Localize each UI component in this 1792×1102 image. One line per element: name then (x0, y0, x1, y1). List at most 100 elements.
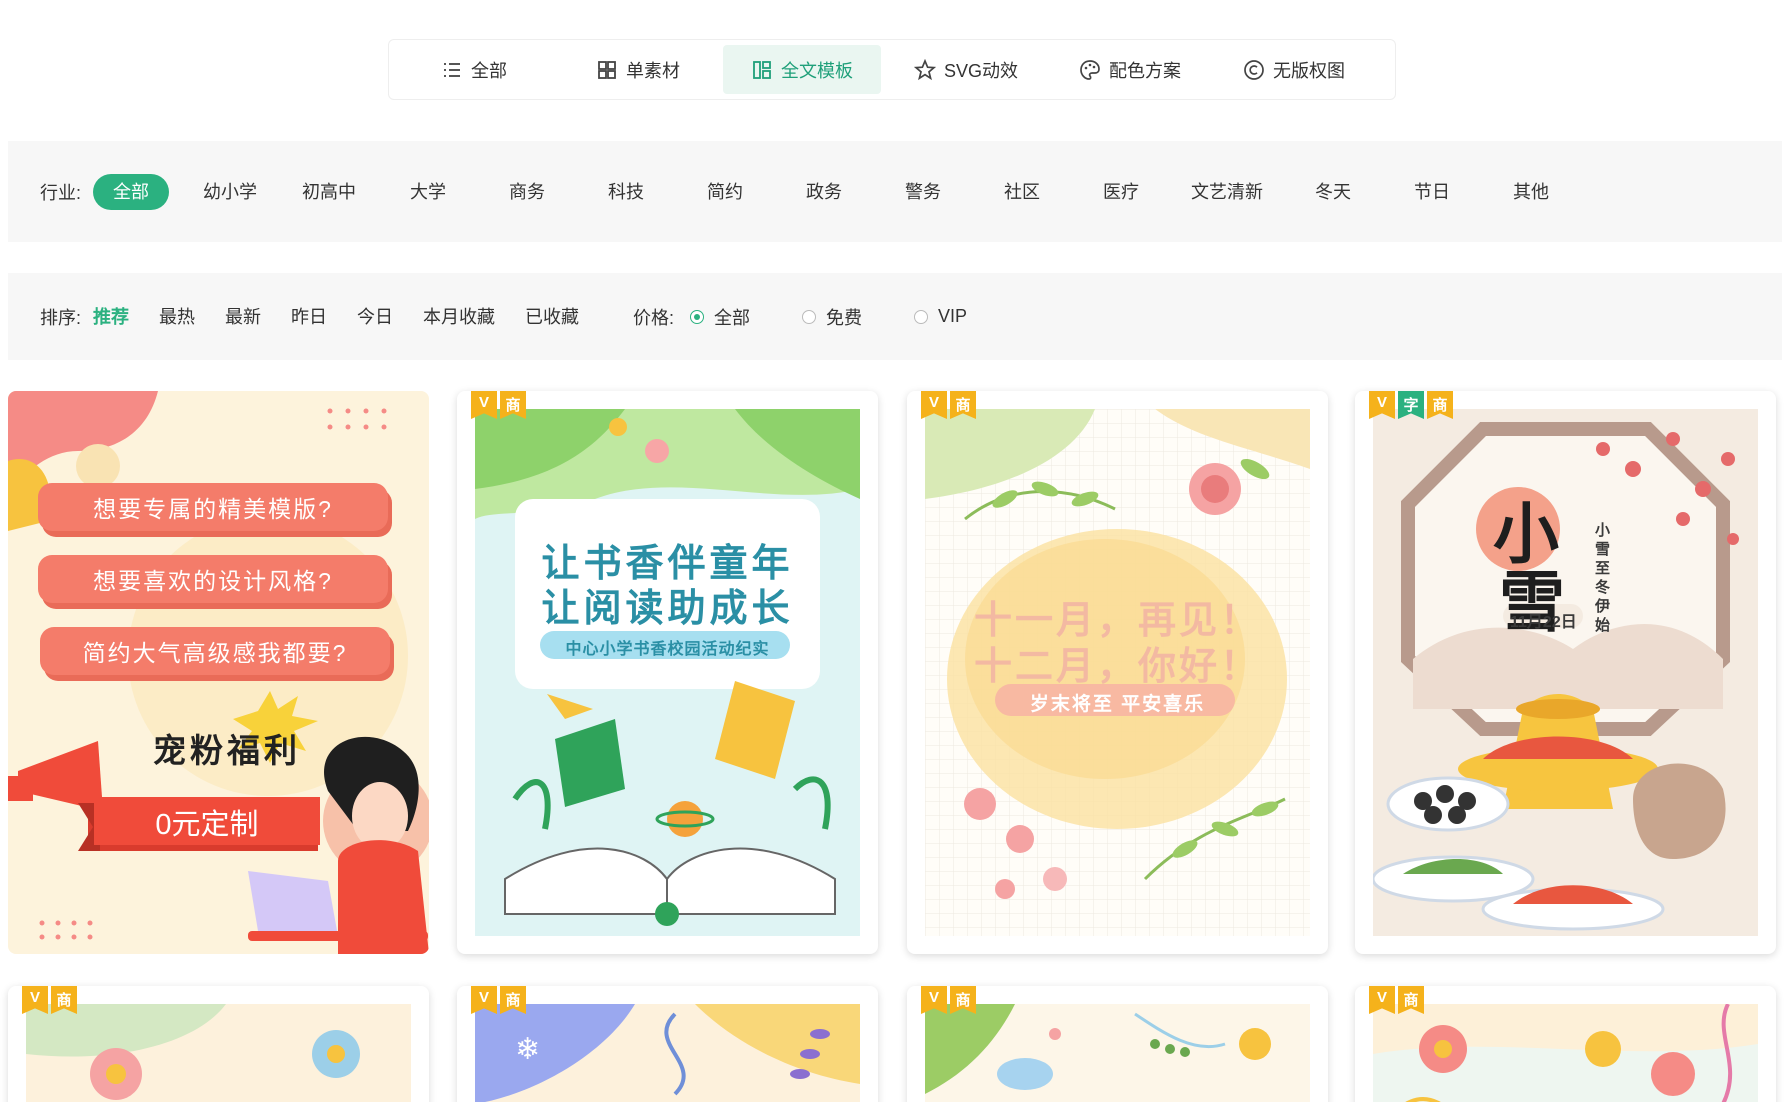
card-subtitle: 岁末将至 平安喜乐 (1029, 694, 1206, 715)
sun-flower-illustration (1373, 1004, 1758, 1102)
template-card[interactable]: V 商 ❄ (457, 986, 878, 1102)
commercial-badge: 商 (1427, 391, 1453, 419)
card-title: 让阅读助成长 (541, 588, 794, 630)
promo-line: 想要专属的精美模版? (93, 496, 333, 522)
vip-badge: V (22, 986, 48, 1014)
commercial-badge: 商 (1398, 986, 1424, 1014)
industry-chip[interactable]: 其他 (1493, 174, 1569, 210)
industry-chip[interactable]: 冬天 (1295, 174, 1371, 210)
promo-cta: 0元定制 (155, 809, 259, 841)
sort-recommended[interactable]: 推荐 (93, 299, 129, 335)
card-artwork: 让书香伴童年 让阅读助成长 中心小学书香校园活动纪实 (475, 409, 860, 936)
industry-chip-all[interactable]: 全部 (93, 173, 170, 210)
svg-text:❄: ❄ (515, 1032, 540, 1067)
card-date: 11月22日 (1510, 614, 1577, 631)
industry-chip[interactable]: 警务 (885, 174, 961, 210)
sort-option[interactable]: 最新 (225, 299, 261, 335)
template-icon (753, 60, 771, 79)
industry-chip[interactable]: 简约 (687, 174, 763, 210)
sort-option[interactable]: 昨日 (291, 299, 327, 335)
copyright-icon (1244, 59, 1264, 80)
tab-all[interactable]: 全部 (395, 45, 553, 94)
template-card[interactable]: V 字 商 小 雪 小雪至冬伊始 11月22日 (1355, 391, 1776, 954)
price-option-label: 全部 (714, 307, 751, 328)
tab-full-template[interactable]: 全文模板 (723, 45, 881, 94)
list-icon (444, 62, 460, 77)
card-badges: V 商 (921, 986, 976, 1014)
template-card[interactable]: V 商 (8, 986, 429, 1102)
card-badges: V 字 商 (1369, 391, 1453, 419)
tab-color-scheme[interactable]: 配色方案 (1051, 45, 1209, 94)
commercial-badge: 商 (950, 986, 976, 1014)
snow-illustration (1373, 409, 1758, 936)
reading-illustration (475, 409, 860, 936)
industry-chip[interactable]: 初高中 (291, 174, 367, 210)
star-icon (913, 58, 936, 80)
tab-single-material[interactable]: 单素材 (559, 45, 717, 94)
tab-copyright-free-label: 无版权图 (1273, 60, 1345, 81)
vip-badge: V (1369, 391, 1395, 419)
template-card[interactable]: V 商 (907, 391, 1328, 954)
template-card[interactable]: V 商 (1355, 986, 1776, 1102)
grid-icon (598, 60, 616, 79)
winter-illustration: ❄ (475, 1004, 860, 1102)
sort-option[interactable]: 今日 (357, 299, 393, 335)
commercial-badge: 商 (950, 391, 976, 419)
industry-chip[interactable]: 商务 (489, 174, 565, 210)
price-option-label: VIP (938, 306, 968, 326)
vip-badge: V (1369, 986, 1395, 1014)
sort-label: 排序: (40, 307, 82, 328)
vip-badge: V (471, 391, 497, 419)
card-side-text: 小雪至冬伊始 (1595, 522, 1611, 634)
sort-option[interactable]: 已收藏 (525, 299, 579, 335)
leaf-illustration (925, 1004, 1310, 1102)
vip-badge: V (921, 986, 947, 1014)
card-artwork: 小 雪 小雪至冬伊始 11月22日 (1373, 409, 1758, 936)
tab-full-template-label: 全文模板 (781, 60, 853, 81)
card-title: 十二月，你好！ (973, 646, 1261, 688)
flower-illustration (26, 1004, 411, 1102)
industry-filter: 行业: 全部 幼小学 初高中 大学 商务 科技 简约 政务 警务 社区 医疗 文… (8, 141, 1782, 242)
sort-option[interactable]: 本月收藏 (423, 299, 495, 335)
tab-copyright-free[interactable]: 无版权图 (1215, 45, 1373, 94)
template-card[interactable]: V 商 (907, 986, 1328, 1102)
commercial-badge: 商 (500, 986, 526, 1014)
vip-badge: V (471, 986, 497, 1014)
vip-badge: V (921, 391, 947, 419)
tab-all-label: 全部 (471, 60, 507, 81)
font-badge: 字 (1398, 391, 1424, 419)
industry-chip[interactable]: 大学 (390, 174, 466, 210)
radio-dot (914, 309, 929, 324)
palette-icon (1080, 59, 1100, 80)
industry-chip[interactable]: 政务 (786, 174, 862, 210)
price-radio-vip[interactable]: VIP (914, 306, 967, 327)
template-page: 全部 单素材 全文模板 SVG动效 配色方案 无版权图 行业: 全部 幼小学 初… (0, 0, 1792, 1102)
industry-chip[interactable]: 科技 (588, 174, 664, 210)
sort-option[interactable]: 最热 (159, 299, 195, 335)
tab-single-material-label: 单素材 (626, 60, 680, 81)
sort-filter: 排序: 推荐 最热 最新 昨日 今日 本月收藏 已收藏 价格: 全部 免费 VI… (8, 273, 1782, 360)
tab-color-scheme-label: 配色方案 (1109, 60, 1181, 81)
tab-svg-animation-label: SVG动效 (943, 60, 1018, 81)
price-option-label: 免费 (826, 307, 863, 328)
price-radio-free[interactable]: 免费 (802, 304, 862, 330)
industry-chip[interactable]: 医疗 (1083, 174, 1159, 210)
industry-chip[interactable]: 文艺清新 (1182, 174, 1272, 210)
category-tabs: 全部 单素材 全文模板 SVG动效 配色方案 无版权图 (388, 39, 1396, 100)
card-badges: V 商 (471, 986, 526, 1014)
promo-line: 简约大气高级感我都要? (82, 640, 348, 666)
industry-chip[interactable]: 幼小学 (192, 174, 268, 210)
commercial-badge: 商 (500, 391, 526, 419)
promo-line: 想要喜欢的设计风格? (93, 568, 333, 594)
industry-chip[interactable]: 节日 (1394, 174, 1470, 210)
price-radio-all[interactable]: 全部 (690, 304, 750, 330)
radio-dot (802, 309, 817, 324)
card-badges: V 商 (471, 391, 526, 419)
card-subtitle: 中心小学书香校园活动纪实 (565, 641, 770, 658)
industry-label: 行业: (40, 182, 82, 203)
industry-chip[interactable]: 社区 (984, 174, 1060, 210)
template-card[interactable]: V 商 (457, 391, 878, 954)
promo-card[interactable]: 想要专属的精美模版? 想要喜欢的设计风格? 简约大气高级感我都要? 宠粉福利 0… (8, 391, 429, 954)
price-label: 价格: (633, 307, 675, 328)
tab-svg-animation[interactable]: SVG动效 (887, 45, 1045, 94)
